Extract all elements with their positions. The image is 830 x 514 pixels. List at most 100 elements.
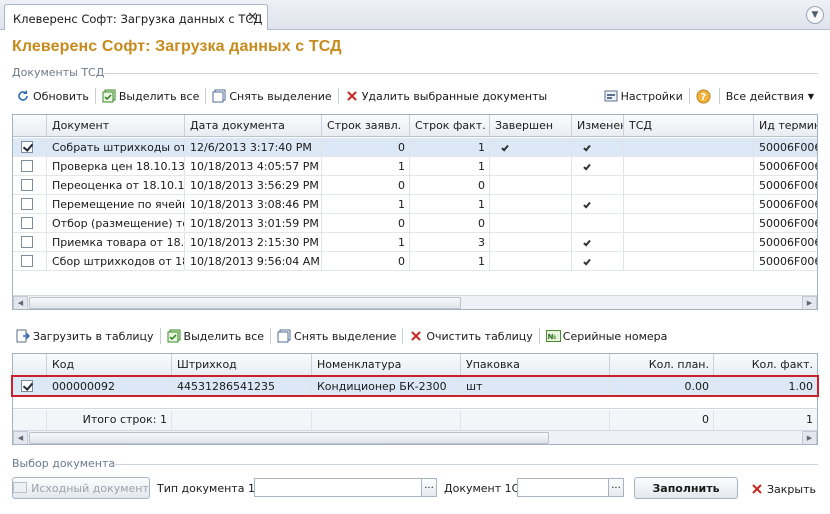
- row-checkbox[interactable]: [21, 380, 33, 392]
- row-checkbox[interactable]: [21, 179, 33, 191]
- cell-fact[interactable]: 1: [410, 252, 490, 270]
- cell-done[interactable]: [490, 157, 572, 175]
- row-checkbox-cell[interactable]: [13, 195, 47, 213]
- row-checkbox[interactable]: [21, 217, 33, 229]
- close-button[interactable]: Закрыть: [746, 479, 820, 499]
- scroll-thumb[interactable]: [29, 297, 461, 309]
- row-checkbox-cell[interactable]: [13, 157, 47, 175]
- cell-planned[interactable]: 1: [322, 233, 410, 251]
- load-to-table-button[interactable]: Загрузить в таблицу: [12, 326, 158, 346]
- table-row[interactable]: Перемещение по ячейк... 10/18/2013 3:08:4…: [13, 195, 817, 214]
- col-header[interactable]: Строк заявл.: [322, 115, 410, 136]
- doc-type-input[interactable]: [254, 478, 422, 497]
- cell-changed[interactable]: [572, 252, 624, 270]
- row-checkbox-cell[interactable]: [13, 176, 47, 194]
- row-checkbox-cell[interactable]: [13, 252, 47, 270]
- table-row[interactable]: Собрать штрихкоды от ...12/6/2013 3:17:4…: [13, 138, 817, 157]
- cell-document[interactable]: Переоценка от 18.10.1...: [47, 176, 185, 194]
- cell-tsd[interactable]: [624, 138, 754, 156]
- row-checkbox[interactable]: [21, 198, 33, 210]
- cell-pack[interactable]: шт: [461, 377, 610, 396]
- tab-form[interactable]: Клеверенс Софт: Загрузка данных с ТСД ✕: [4, 4, 268, 31]
- cell-tsd[interactable]: [624, 214, 754, 232]
- cell-planned[interactable]: 0: [322, 252, 410, 270]
- settings-button[interactable]: Настройки: [600, 86, 687, 106]
- scroll-thumb[interactable]: [29, 432, 549, 444]
- col-header[interactable]: Кол. факт.: [714, 354, 817, 375]
- doc-input[interactable]: [517, 478, 613, 497]
- cell-changed[interactable]: [572, 138, 624, 156]
- refresh-button[interactable]: Обновить: [12, 86, 93, 106]
- row-checkbox-cell[interactable]: [13, 214, 47, 232]
- scroll-left-icon[interactable]: ◀: [13, 431, 28, 444]
- table-row[interactable]: Приемка товара от 18.... 10/18/2013 2:15:…: [13, 233, 817, 252]
- cell-terminal-id[interactable]: 50006F0063: [754, 138, 817, 156]
- cell-tsd[interactable]: [624, 157, 754, 175]
- cell-fact[interactable]: 1: [410, 195, 490, 213]
- row-checkbox-cell[interactable]: [13, 233, 47, 251]
- cell-terminal-id[interactable]: 50006F0063: [754, 214, 817, 232]
- cell-tsd[interactable]: [624, 176, 754, 194]
- delete-selected-button[interactable]: Удалить выбранные документы: [341, 86, 551, 106]
- cell-done[interactable]: [490, 138, 572, 156]
- cell-fact[interactable]: 1: [410, 138, 490, 156]
- row-checkbox[interactable]: [21, 160, 33, 172]
- table-row[interactable]: Сбор штрихкодов от 18....10/18/2013 9:56…: [13, 252, 817, 271]
- cell-document[interactable]: Отбор (размещение) то...: [47, 214, 185, 232]
- cell-code[interactable]: 000000092: [47, 377, 172, 396]
- row-checkbox-cell[interactable]: [13, 377, 47, 396]
- docs-hscrollbar[interactable]: ◀ ▶: [13, 295, 817, 309]
- col-header[interactable]: Изменен: [572, 115, 624, 136]
- cell-done[interactable]: [490, 233, 572, 251]
- cell-document[interactable]: Приемка товара от 18....: [47, 233, 185, 251]
- cell-done[interactable]: [490, 195, 572, 213]
- cell-terminal-id[interactable]: 50006F0063: [754, 195, 817, 213]
- cell-fact[interactable]: 1: [410, 157, 490, 175]
- all-actions-button[interactable]: Все действия ▼: [722, 86, 818, 106]
- cell-done[interactable]: [490, 214, 572, 232]
- doc-type-select-button[interactable]: ...: [421, 478, 437, 497]
- help-button[interactable]: ?: [692, 86, 717, 106]
- cell-tsd[interactable]: [624, 195, 754, 213]
- col-header[interactable]: Упаковка: [461, 354, 610, 375]
- cell-document[interactable]: Перемещение по ячейк...: [47, 195, 185, 213]
- cell-tsd[interactable]: [624, 233, 754, 251]
- cell-planned[interactable]: 1: [322, 157, 410, 175]
- col-header[interactable]: Завершен: [490, 115, 572, 136]
- cell-document[interactable]: Сбор штрихкодов от 18....: [47, 252, 185, 270]
- cell-fact[interactable]: 1.00: [714, 377, 817, 396]
- table-row[interactable]: 000000092 44531286541235 Кондиционер БК-…: [13, 377, 817, 397]
- cell-terminal-id[interactable]: 50006F0063: [754, 252, 817, 270]
- scroll-right-icon[interactable]: ▶: [802, 296, 817, 309]
- scroll-left-icon[interactable]: ◀: [13, 296, 28, 309]
- cell-terminal-id[interactable]: 50006F0063: [754, 176, 817, 194]
- cell-planned[interactable]: 0: [322, 176, 410, 194]
- cell-planned[interactable]: 1: [322, 195, 410, 213]
- source-document-button[interactable]: Исходный документ: [12, 477, 150, 499]
- cell-done[interactable]: [490, 252, 572, 270]
- col-header[interactable]: Документ: [47, 115, 185, 136]
- cell-barcode[interactable]: 44531286541235: [172, 377, 312, 396]
- col-header[interactable]: Строк факт.: [410, 115, 490, 136]
- cell-terminal-id[interactable]: 50006F0063: [754, 233, 817, 251]
- row-checkbox[interactable]: [21, 141, 33, 153]
- cell-fact[interactable]: 3: [410, 233, 490, 251]
- cell-document[interactable]: Проверка цен 18.10.13 ...: [47, 157, 185, 175]
- chevron-down-icon[interactable]: ▼: [806, 6, 824, 24]
- cell-plan[interactable]: 0.00: [610, 377, 714, 396]
- serials-button[interactable]: № Серийные номера: [542, 326, 672, 346]
- cell-fact[interactable]: 0: [410, 176, 490, 194]
- cell-planned[interactable]: 0: [322, 138, 410, 156]
- cell-tsd[interactable]: [624, 252, 754, 270]
- clear-table-button[interactable]: Очистить таблицу: [405, 326, 536, 346]
- doc-select-button[interactable]: ...: [608, 478, 624, 497]
- cell-changed[interactable]: [572, 214, 624, 232]
- cell-done[interactable]: [490, 176, 572, 194]
- col-header[interactable]: Ид термина: [754, 115, 817, 136]
- row-checkbox[interactable]: [21, 236, 33, 248]
- cell-item[interactable]: Кондиционер БК-2300: [312, 377, 461, 396]
- cell-date[interactable]: 10/18/2013 2:15:30 PM: [185, 233, 322, 251]
- col-header[interactable]: ТСД: [624, 115, 754, 136]
- table-row[interactable]: Переоценка от 18.10.1... 10/18/2013 3:56:…: [13, 176, 817, 195]
- row-checkbox-cell[interactable]: [13, 138, 47, 156]
